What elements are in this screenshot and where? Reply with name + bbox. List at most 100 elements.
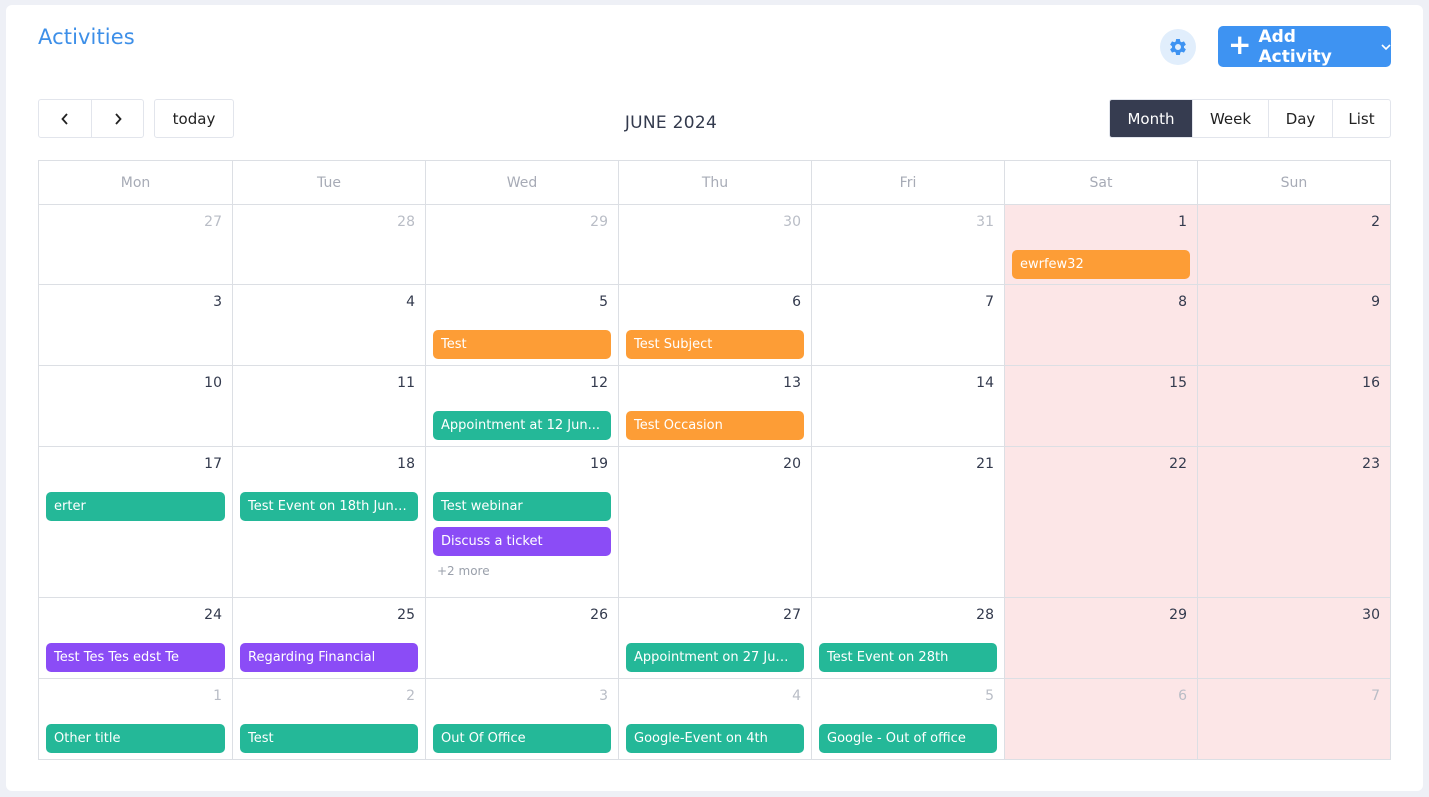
day-number[interactable]: 27 [204,214,222,230]
day-cell[interactable]: 7 [1197,679,1390,759]
day-cell[interactable]: 20 [618,447,811,597]
day-cell[interactable]: 3 Out Of Office [425,679,618,759]
day-cell[interactable]: 19 Test webinar Discuss a ticket +2 more [425,447,618,597]
settings-button[interactable] [1160,29,1196,65]
day-cell[interactable]: 27 Appointment on 27 Jun... [618,598,811,678]
day-number[interactable]: 14 [976,375,994,391]
event-chip[interactable]: Test Event on 18th June... [240,492,418,521]
event-chip[interactable]: Google - Out of office [819,724,997,753]
day-number[interactable]: 12 [590,375,608,391]
event-chip[interactable]: Test Occasion [626,411,804,440]
day-cell[interactable]: 10 [39,366,232,446]
day-cell[interactable]: 30 [618,205,811,284]
event-chip[interactable]: Test Tes Tes edst Te [46,643,225,672]
event-chip[interactable]: Test webinar [433,492,611,521]
day-number[interactable]: 8 [1178,294,1187,310]
day-number[interactable]: 1 [213,688,222,704]
day-cell[interactable]: 7 [811,285,1004,365]
day-number[interactable]: 23 [1362,456,1380,472]
day-number[interactable]: 31 [976,214,994,230]
day-cell[interactable]: 28 [232,205,425,284]
event-chip[interactable]: Out Of Office [433,724,611,753]
event-chip[interactable]: Test Event on 28th [819,643,997,672]
day-number[interactable]: 20 [783,456,801,472]
day-cell[interactable]: 31 [811,205,1004,284]
day-number[interactable]: 6 [1178,688,1187,704]
event-chip[interactable]: Appointment on 27 Jun... [626,643,804,672]
day-cell[interactable]: 26 [425,598,618,678]
today-button[interactable]: today [154,99,234,138]
event-chip[interactable]: Other title [46,724,225,753]
day-number[interactable]: 25 [397,607,415,623]
day-number[interactable]: 7 [985,294,994,310]
day-cell[interactable]: 4 Google-Event on 4th [618,679,811,759]
day-cell[interactable]: 23 [1197,447,1390,597]
event-chip[interactable]: Test Subject [626,330,804,359]
day-cell[interactable]: 2 [1197,205,1390,284]
day-cell[interactable]: 8 [1004,285,1197,365]
day-number[interactable]: 4 [406,294,415,310]
view-month-button[interactable]: Month [1110,100,1192,137]
day-number[interactable]: 24 [204,607,222,623]
day-cell[interactable]: 21 [811,447,1004,597]
day-number[interactable]: 11 [397,375,415,391]
day-number[interactable]: 15 [1169,375,1187,391]
day-cell[interactable]: 30 [1197,598,1390,678]
day-cell[interactable]: 29 [1004,598,1197,678]
day-cell[interactable]: 1 Other title [39,679,232,759]
day-cell[interactable]: 16 [1197,366,1390,446]
day-cell[interactable]: 6 [1004,679,1197,759]
day-cell[interactable]: 5 Google - Out of office [811,679,1004,759]
day-cell[interactable]: 28 Test Event on 28th [811,598,1004,678]
day-number[interactable]: 18 [397,456,415,472]
next-button[interactable] [91,100,143,137]
day-number[interactable]: 22 [1169,456,1187,472]
day-number[interactable]: 17 [204,456,222,472]
day-cell[interactable]: 25 Regarding Financial [232,598,425,678]
day-cell[interactable]: 4 [232,285,425,365]
day-cell[interactable]: 11 [232,366,425,446]
event-chip[interactable]: erter [46,492,225,521]
day-number[interactable]: 28 [976,607,994,623]
day-number[interactable]: 30 [1362,607,1380,623]
day-cell[interactable]: 5 Test [425,285,618,365]
day-number[interactable]: 9 [1371,294,1380,310]
add-activity-button[interactable]: + Add Activity [1218,26,1391,67]
day-number[interactable]: 30 [783,214,801,230]
day-number[interactable]: 5 [599,294,608,310]
day-number[interactable]: 5 [985,688,994,704]
day-cell[interactable]: 27 [39,205,232,284]
event-chip[interactable]: Google-Event on 4th [626,724,804,753]
view-list-button[interactable]: List [1332,100,1390,137]
day-cell[interactable]: 13 Test Occasion [618,366,811,446]
day-cell[interactable]: 18 Test Event on 18th June... [232,447,425,597]
day-number[interactable]: 19 [590,456,608,472]
day-cell[interactable]: 1 ewrfew32 [1004,205,1197,284]
day-number[interactable]: 13 [783,375,801,391]
day-cell[interactable]: 15 [1004,366,1197,446]
event-chip[interactable]: Appointment at 12 Jun... [433,411,611,440]
day-number[interactable]: 3 [599,688,608,704]
day-cell[interactable]: 12 Appointment at 12 Jun... [425,366,618,446]
day-cell[interactable]: 29 [425,205,618,284]
day-cell[interactable]: 2 Test [232,679,425,759]
day-number[interactable]: 26 [590,607,608,623]
day-number[interactable]: 27 [783,607,801,623]
event-chip[interactable]: Discuss a ticket [433,527,611,556]
day-cell[interactable]: 9 [1197,285,1390,365]
chevron-down-icon[interactable] [1381,41,1391,54]
day-cell[interactable]: 6 Test Subject [618,285,811,365]
view-week-button[interactable]: Week [1192,100,1268,137]
day-number[interactable]: 6 [792,294,801,310]
day-cell[interactable]: 14 [811,366,1004,446]
view-day-button[interactable]: Day [1268,100,1332,137]
day-number[interactable]: 10 [204,375,222,391]
day-cell[interactable]: 24 Test Tes Tes edst Te [39,598,232,678]
day-cell[interactable]: 22 [1004,447,1197,597]
event-chip[interactable]: Test [433,330,611,359]
day-number[interactable]: 29 [590,214,608,230]
day-number[interactable]: 3 [213,294,222,310]
day-number[interactable]: 16 [1362,375,1380,391]
more-events-link[interactable]: +2 more [433,564,611,578]
day-number[interactable]: 29 [1169,607,1187,623]
